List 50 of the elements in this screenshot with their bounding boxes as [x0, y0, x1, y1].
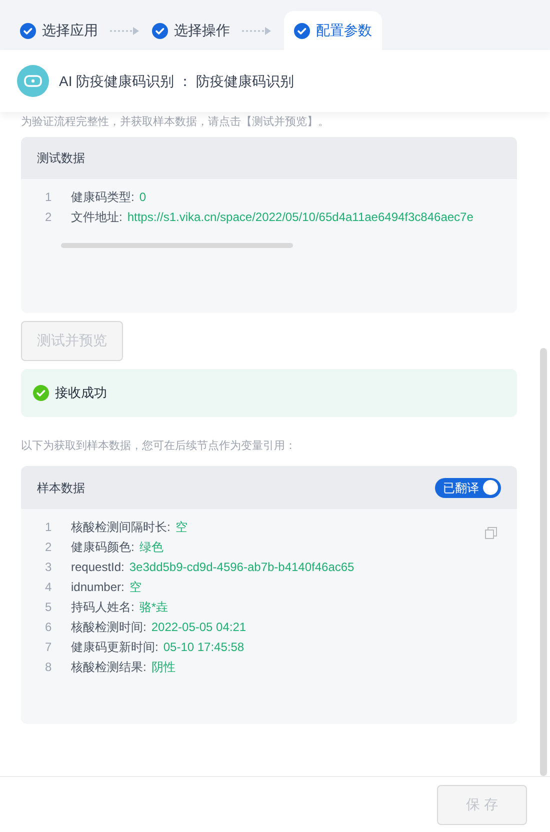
step-tab[interactable]: 配置参数 [284, 11, 382, 50]
step-tab[interactable]: 选择应用 [20, 11, 98, 50]
app-logo-icon [17, 65, 49, 97]
panel-title: 样本数据 [37, 480, 85, 496]
field-label: 核酸检测结果: [71, 659, 146, 675]
dotted-arrow-icon [110, 26, 140, 36]
line-number: 6 [45, 619, 53, 635]
field-label: 核酸检测时间: [71, 619, 146, 635]
intro-text: 为验证流程完整性，并获取样本数据，请点击【测试并预览】。 [21, 114, 330, 130]
field-value: 阴性 [151, 659, 176, 675]
field-label: 文件地址: [71, 208, 122, 224]
copy-icon[interactable] [485, 527, 497, 539]
vertical-scrollbar[interactable] [540, 348, 547, 776]
line-number: 2 [45, 539, 53, 555]
check-icon [20, 22, 36, 38]
check-icon [294, 22, 310, 38]
app-title: AI 防疫健康码识别 ： 防疫健康码识别 [59, 72, 294, 90]
field-label: idnumber: [71, 579, 124, 595]
success-check-icon [33, 384, 49, 400]
line-number: 1 [45, 188, 53, 204]
success-banner: 接收成功 [21, 368, 517, 416]
field-value: 绿色 [139, 539, 164, 555]
field-label: requestId: [71, 559, 124, 575]
sample-intro-text: 以下为获取到样本数据，您可在后续节点作为变量引用： [21, 438, 297, 454]
field-value: https://s1.vika.cn/space/2022/05/10/65d4a11ae6494f3c846aec7e [127, 208, 474, 224]
check-icon [152, 22, 168, 38]
line-number: 3 [45, 559, 53, 575]
horizontal-scrollbar[interactable] [61, 242, 293, 248]
field-label: 健康码类型: [71, 188, 134, 204]
line-number: 2 [45, 208, 53, 224]
field-label: 持码人姓名: [71, 599, 134, 615]
field-value: 骆*垚 [139, 599, 168, 615]
line-number: 5 [45, 599, 53, 615]
field-label: 健康码颜色: [71, 539, 134, 555]
step-tab[interactable]: 选择操作 [152, 11, 230, 50]
field-value: 空 [129, 579, 142, 595]
translate-toggle[interactable]: 已翻译 [435, 478, 501, 498]
panel-title: 测试数据 [37, 150, 85, 166]
line-number: 7 [45, 639, 53, 655]
field-value: 2022-05-05 04:21 [151, 619, 246, 635]
field-value: 空 [175, 519, 188, 535]
line-number: 4 [45, 579, 53, 595]
field-value: 05-10 17:45:58 [163, 639, 244, 655]
line-number: 1 [45, 519, 53, 535]
line-number: 8 [45, 659, 53, 675]
dotted-arrow-icon [242, 26, 272, 36]
field-value: 0 [139, 188, 146, 204]
field-value: 3e3dd5b9-cd9d-4596-ab7b-b4140f46ac65 [129, 559, 354, 575]
field-label: 核酸检测间隔时长: [71, 519, 170, 535]
field-label: 健康码更新时间: [71, 639, 158, 655]
